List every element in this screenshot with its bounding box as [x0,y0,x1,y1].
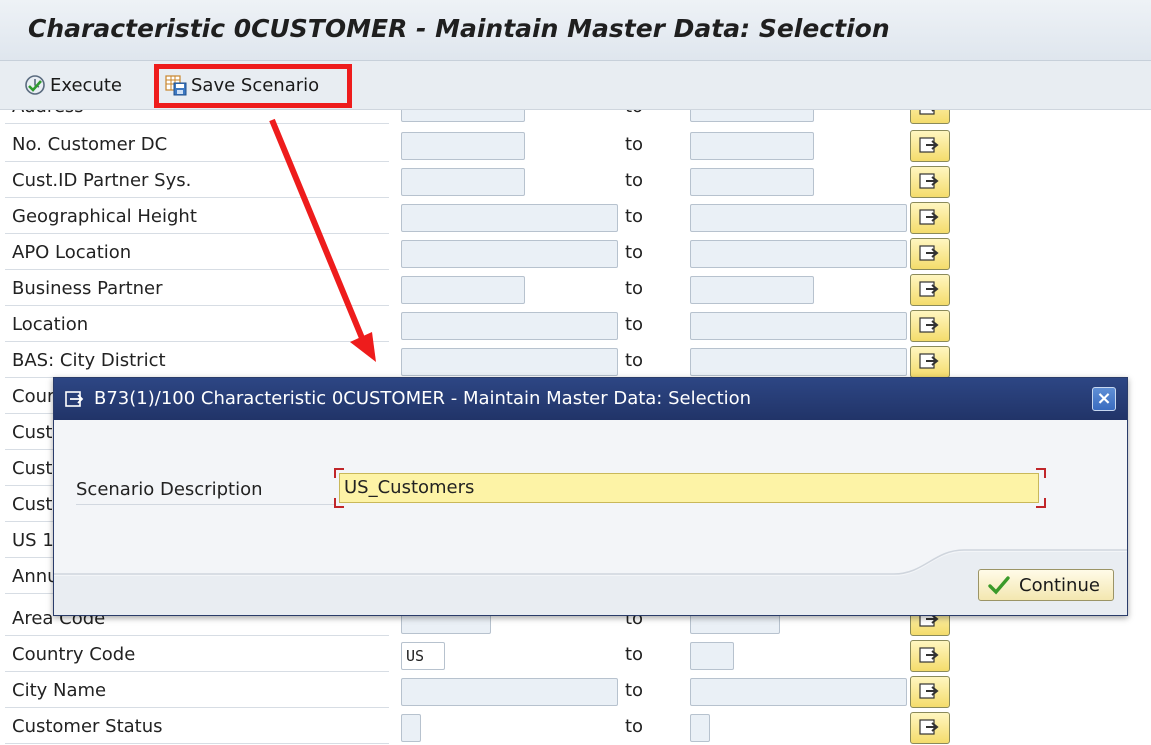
to-input[interactable] [690,204,907,232]
to-label: to [625,206,644,227]
multiple-selection-arrow-icon [919,317,939,333]
title-bar: Characteristic 0CUSTOMER - Maintain Mast… [0,0,1151,61]
to-label: to [625,278,644,299]
execute-button[interactable]: Execute [24,71,122,99]
to-label: to [625,110,643,124]
table-row: No. Customer DC to [0,128,1151,164]
multiple-selection-arrow-icon [919,245,939,261]
to-label: to [625,134,644,155]
from-input[interactable] [401,240,618,268]
multiple-selection-button[interactable] [910,166,950,198]
to-label: to [625,242,644,263]
table-row: Cust.ID Partner Sys. to [0,164,1151,200]
multiple-selection-button[interactable] [910,110,950,124]
field-label: Geographical Height [5,200,389,234]
to-input[interactable] [690,312,907,340]
field-label: BAS: City District [5,344,389,378]
table-row: City Name to [0,674,1151,710]
from-input[interactable]: US [401,642,445,670]
multiple-selection-button[interactable] [910,238,950,270]
clock-check-icon [24,74,46,96]
multiple-selection-button[interactable] [910,202,950,234]
field-label: APO Location [5,236,389,270]
dialog-window-icon [65,391,84,407]
multiple-selection-arrow-icon [919,683,939,699]
scenario-description-label: Scenario Description [76,476,334,505]
to-label: to [625,350,644,371]
multiple-selection-arrow-icon [919,110,935,115]
highlight-annotation-box [154,64,352,108]
table-row: BAS: City District to [0,344,1151,380]
multiple-selection-button[interactable] [910,712,950,744]
to-label: to [625,680,644,701]
table-row: Location to [0,308,1151,344]
from-input[interactable] [401,276,525,304]
field-label: Business Partner [5,272,389,306]
dialog-title: B73(1)/100 Characteristic 0CUSTOMER - Ma… [94,388,752,409]
field-label: No. Customer DC [5,128,389,162]
from-input[interactable] [401,132,525,160]
table-row: Country Code US to [0,638,1151,674]
from-input[interactable] [401,312,618,340]
multiple-selection-button[interactable] [910,130,950,162]
table-row: APO Location to [0,236,1151,272]
to-label: to [625,716,644,737]
to-input[interactable] [690,240,907,268]
field-label: Customer Status [5,710,389,744]
to-input[interactable] [690,714,710,742]
to-input[interactable] [690,276,814,304]
multiple-selection-arrow-icon [919,353,939,369]
multiple-selection-arrow-icon [919,719,939,735]
multiple-selection-arrow-icon [919,137,939,153]
field-label: Country Code [5,638,389,672]
to-input[interactable] [690,168,814,196]
close-icon: × [1096,388,1112,409]
from-input[interactable] [401,348,618,376]
multiple-selection-arrow-icon [919,173,939,189]
field-label: City Name [5,674,389,708]
to-input[interactable] [690,348,907,376]
continue-label: Continue [1019,574,1100,596]
execute-label: Execute [50,74,122,96]
save-scenario-dialog: B73(1)/100 Characteristic 0CUSTOMER - Ma… [53,377,1128,616]
field-label: Cust.ID Partner Sys. [5,164,389,198]
field-label: Address [5,110,389,124]
to-input[interactable] [690,110,814,122]
table-row: Address to [0,110,1151,126]
from-input[interactable] [401,110,525,122]
scenario-description-field: US_Customers [334,468,1046,508]
multiple-selection-button[interactable] [910,274,950,306]
table-row: Business Partner to [0,272,1151,308]
page-title: Characteristic 0CUSTOMER - Maintain Mast… [28,14,890,43]
from-input[interactable] [401,168,525,196]
continue-button[interactable]: Continue [978,569,1114,601]
to-input[interactable] [690,132,814,160]
from-input[interactable] [401,714,421,742]
multiple-selection-arrow-icon [919,209,939,225]
table-row: Customer Status to [0,710,1151,745]
to-input[interactable] [690,678,907,706]
table-row: Geographical Height to [0,200,1151,236]
footer-divider [54,549,1127,615]
to-label: to [625,170,644,191]
scenario-description-input[interactable]: US_Customers [339,473,1039,503]
multiple-selection-button[interactable] [910,676,950,708]
multiple-selection-button[interactable] [910,640,950,672]
close-button[interactable]: × [1092,387,1116,411]
multiple-selection-arrow-icon [919,647,939,663]
dialog-title-bar: B73(1)/100 Characteristic 0CUSTOMER - Ma… [54,378,1127,420]
to-label: to [625,314,644,335]
to-label: to [625,644,644,665]
multiple-selection-button[interactable] [910,310,950,342]
green-checkmark-icon [988,576,1010,595]
multiple-selection-arrow-icon [919,281,939,297]
multiple-selection-button[interactable] [910,346,950,378]
field-label: Location [5,308,389,342]
from-input[interactable] [401,678,618,706]
to-input[interactable] [690,642,734,670]
from-input[interactable] [401,204,618,232]
